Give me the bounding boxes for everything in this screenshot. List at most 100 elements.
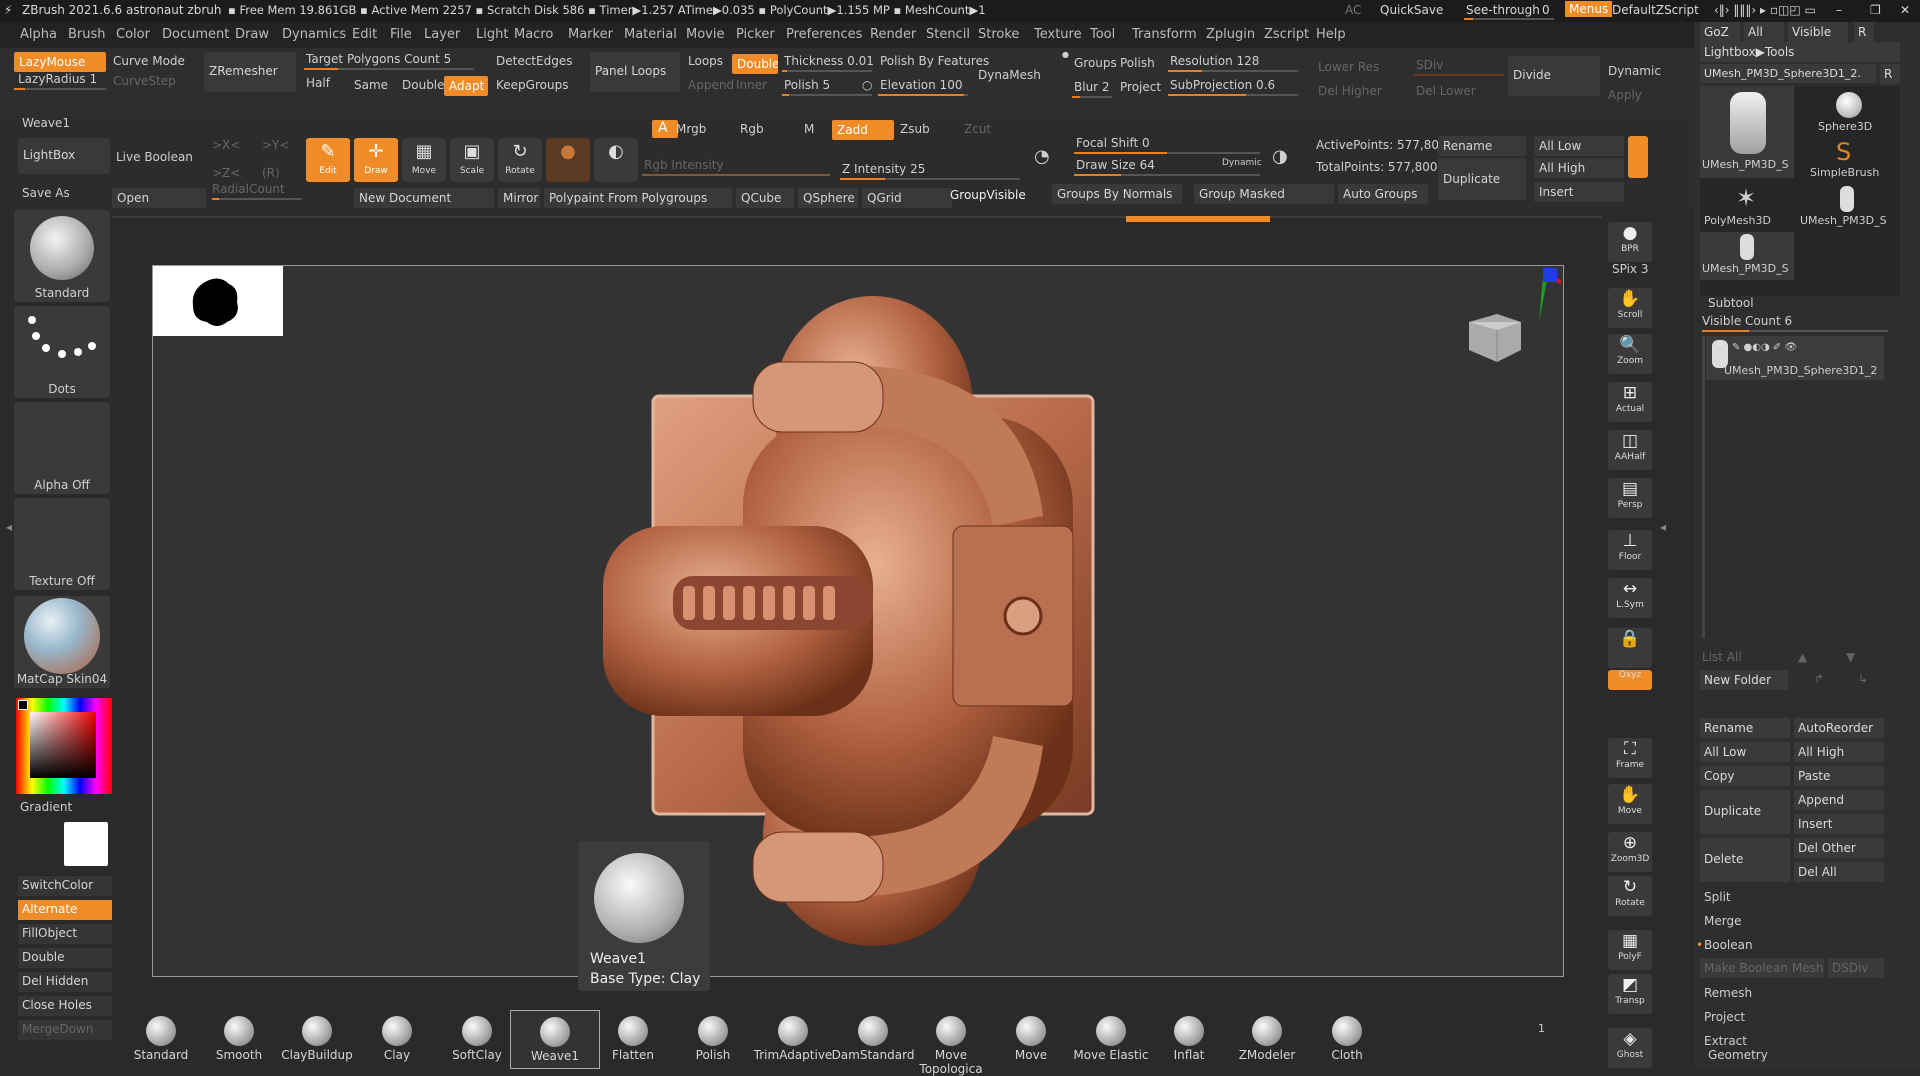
- rgb-intensity-track[interactable]: [642, 174, 830, 176]
- alpha-thumbnail[interactable]: Alpha Off: [14, 402, 110, 494]
- same-button[interactable]: Same: [354, 78, 388, 92]
- polish-by-features-button[interactable]: Polish By Features: [880, 54, 989, 68]
- tool-thumb-1[interactable]: UMesh_PM3D_S: [1700, 86, 1794, 178]
- delete-button[interactable]: Delete: [1700, 838, 1790, 882]
- menu-zplugin[interactable]: Zplugin: [1206, 27, 1255, 42]
- del-higher-button[interactable]: Del Higher: [1318, 84, 1382, 98]
- z-symmetry[interactable]: >Z<: [212, 166, 240, 180]
- draw-size-track[interactable]: [1074, 174, 1260, 176]
- thickness-track[interactable]: [782, 70, 872, 72]
- mrgb-button[interactable]: Mrgb: [676, 122, 706, 136]
- groups-by-normals-button[interactable]: Groups By Normals: [1052, 184, 1182, 204]
- menus-button[interactable]: Menus: [1565, 1, 1613, 17]
- menu-marker[interactable]: Marker: [568, 27, 613, 42]
- qcube-button[interactable]: QCube: [736, 188, 794, 208]
- divide-button[interactable]: Divide: [1508, 56, 1600, 96]
- all-high-top-button[interactable]: All High: [1534, 158, 1624, 178]
- del-hidden-button[interactable]: Del Hidden: [18, 972, 112, 992]
- brush-trimadaptive[interactable]: TrimAdaptive: [748, 1010, 838, 1069]
- menu-light[interactable]: Light: [476, 27, 508, 42]
- double-button-left[interactable]: Double: [18, 948, 112, 968]
- rgb-sphere-button[interactable]: ◐: [594, 138, 638, 182]
- polish-slider[interactable]: Polish 5: [784, 78, 830, 92]
- loops-button[interactable]: Loops: [688, 54, 723, 68]
- polish-toggle[interactable]: Polish: [1120, 56, 1155, 70]
- half-button[interactable]: Half: [306, 76, 330, 90]
- apply-button[interactable]: Apply: [1608, 88, 1642, 102]
- curve-mode-button[interactable]: Curve Mode: [113, 54, 185, 68]
- append-button[interactable]: Append: [688, 78, 734, 92]
- polish-track[interactable]: [782, 94, 872, 96]
- boolean-menu[interactable]: Boolean: [1704, 938, 1753, 952]
- persp-button[interactable]: ▤ Persp: [1608, 478, 1652, 518]
- radialcount-track[interactable]: [212, 198, 302, 200]
- all-low-top-button[interactable]: All Low: [1534, 136, 1624, 156]
- focal-shift-slider[interactable]: Focal Shift 0: [1076, 136, 1150, 150]
- menu-layer[interactable]: Layer: [424, 27, 460, 42]
- dynamic-subdiv-button[interactable]: Dynamic: [1608, 64, 1661, 78]
- color-picker-square[interactable]: [30, 712, 96, 778]
- menu-edit[interactable]: Edit: [352, 27, 377, 42]
- xyz-button[interactable]: Qxyz: [1608, 670, 1652, 690]
- blur-track[interactable]: [1072, 96, 1112, 98]
- append-button[interactable]: Append: [1794, 790, 1884, 810]
- polypaint-from-polygroups-button[interactable]: Polypaint From Polygroups: [544, 188, 732, 208]
- mirror-button[interactable]: Mirror: [498, 188, 540, 208]
- menu-dynamics[interactable]: Dynamics: [282, 27, 346, 42]
- save-as-button[interactable]: Save As: [22, 186, 70, 200]
- zadd-button[interactable]: Zadd: [832, 120, 894, 140]
- stroke-thumbnail[interactable]: Dots: [14, 306, 110, 398]
- frame-button[interactable]: ⛶ Frame: [1608, 738, 1652, 778]
- lock-button[interactable]: 🔒: [1608, 628, 1652, 668]
- zsub-button[interactable]: Zsub: [900, 122, 930, 136]
- lower-res-button[interactable]: Lower Res: [1318, 60, 1379, 74]
- blur-slider[interactable]: Blur 2: [1074, 80, 1110, 94]
- tool-thumb-4[interactable]: ✶ PolyMesh3D: [1700, 184, 1794, 230]
- subtool-scrollbar[interactable]: [1702, 336, 1705, 638]
- zoom3d-button[interactable]: ⊕ Zoom3D: [1608, 832, 1652, 872]
- menu-stroke[interactable]: Stroke: [978, 27, 1019, 42]
- seethrough-track[interactable]: [1464, 18, 1554, 20]
- brush-weave1[interactable]: Weave1: [510, 1010, 600, 1069]
- rotate-button[interactable]: ↻ Rotate: [1608, 876, 1652, 916]
- lightbox-button[interactable]: LightBox: [18, 138, 110, 174]
- menu-tool[interactable]: Tool: [1090, 27, 1115, 42]
- panel-loops-button[interactable]: Panel Loops: [590, 52, 680, 92]
- all-button[interactable]: All: [1744, 22, 1784, 42]
- switchcolor-button[interactable]: SwitchColor: [18, 876, 112, 896]
- menu-color[interactable]: Color: [116, 27, 150, 42]
- subprojection-track[interactable]: [1168, 94, 1298, 96]
- geometry-menu[interactable]: Geometry: [1708, 1048, 1768, 1062]
- bpr-button[interactable]: ● BPR: [1608, 222, 1652, 262]
- elevation-slider[interactable]: Elevation 100: [880, 78, 962, 92]
- menu-preferences[interactable]: Preferences: [786, 27, 862, 42]
- menu-macro[interactable]: Macro: [514, 27, 553, 42]
- brush-softclay[interactable]: SoftClay: [432, 1010, 522, 1069]
- copy-button[interactable]: Copy: [1700, 766, 1790, 786]
- del-all-button[interactable]: Del All: [1794, 862, 1884, 882]
- collapse-left-icon[interactable]: ◂: [6, 520, 14, 560]
- z-intensity-slider[interactable]: Z Intensity 25: [842, 162, 925, 176]
- menu-brush[interactable]: Brush: [68, 27, 106, 42]
- rgb-intensity-slider[interactable]: Rgb Intensity: [644, 158, 724, 172]
- tool-thumb-3[interactable]: S SimpleBrush: [1800, 138, 1894, 184]
- brush-clay[interactable]: Clay: [352, 1010, 442, 1069]
- material-thumbnail[interactable]: MatCap Skin04: [14, 596, 110, 688]
- double-button[interactable]: Double: [402, 78, 445, 92]
- menu-alpha[interactable]: Alpha: [20, 27, 57, 42]
- menu-material[interactable]: Material: [624, 27, 677, 42]
- list-all-button[interactable]: List All: [1702, 650, 1742, 664]
- default-zscript[interactable]: DefaultZScript: [1612, 3, 1699, 17]
- insert-top-button[interactable]: Insert: [1534, 182, 1624, 202]
- floor-button[interactable]: ⊥ Floor: [1608, 530, 1652, 570]
- visible-count-track[interactable]: [1702, 330, 1888, 332]
- close-icon[interactable]: ✕: [1900, 3, 1910, 17]
- brush-move[interactable]: Move: [986, 1010, 1076, 1069]
- target-polygons-slider[interactable]: Target Polygons Count 5: [306, 52, 451, 66]
- project-menu[interactable]: Project: [1704, 1010, 1745, 1024]
- brush-inflat[interactable]: Inflat: [1144, 1010, 1234, 1069]
- tool-thumb-5[interactable]: UMesh_PM3D_S: [1800, 184, 1894, 230]
- transp-button[interactable]: ◩ Transp: [1608, 974, 1652, 1014]
- material-swatch[interactable]: ●: [546, 138, 590, 182]
- scroll-button[interactable]: ✋ Scroll: [1608, 288, 1652, 328]
